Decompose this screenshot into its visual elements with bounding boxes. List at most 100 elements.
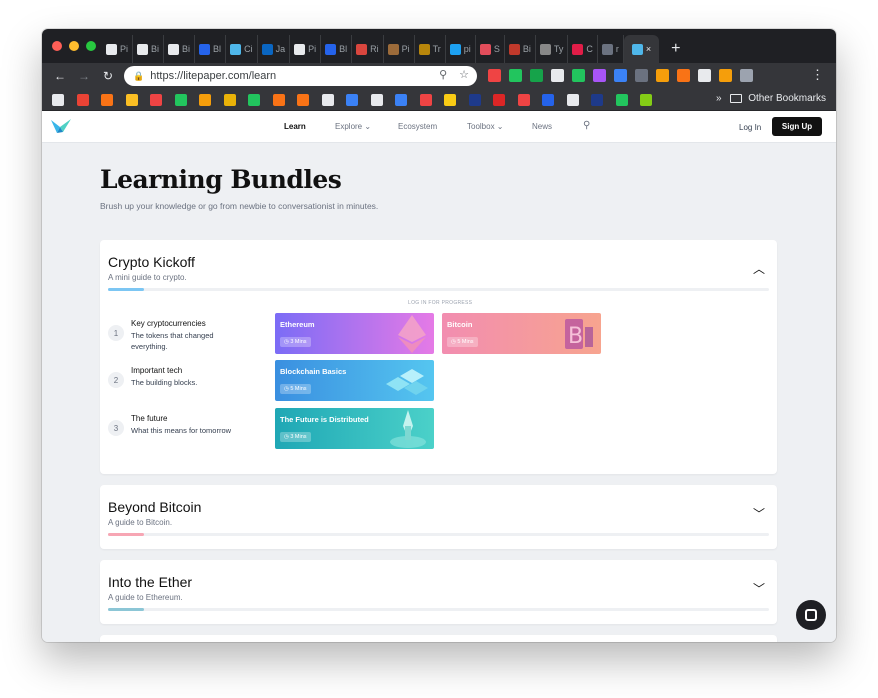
forward-icon[interactable]: → <box>72 69 96 83</box>
bookmark-favicon-icon[interactable] <box>297 94 309 106</box>
extension-icon[interactable] <box>614 69 627 82</box>
bookmark-favicon-icon[interactable] <box>395 94 407 106</box>
extension-icon[interactable] <box>635 69 648 82</box>
extension-icon[interactable] <box>698 69 711 82</box>
close-tab-icon[interactable]: × <box>646 44 651 54</box>
bookmark-favicon-icon[interactable] <box>468 94 481 106</box>
tab-label: Pi <box>401 44 410 54</box>
extension-icon[interactable] <box>509 69 522 82</box>
other-bookmarks[interactable]: Other Bookmarks <box>730 93 826 104</box>
nav-toolbox[interactable]: Toolbox ⌄ <box>467 122 504 131</box>
browser-tab[interactable]: Bi <box>505 35 536 63</box>
bookmark-favicon-icon[interactable] <box>566 94 579 106</box>
browser-menu-icon[interactable]: ⋮ <box>811 67 824 83</box>
bookmark-favicon-icon[interactable] <box>52 94 64 106</box>
browser-tab[interactable]: Ty <box>536 35 569 63</box>
signup-button[interactable]: Sign Up <box>772 117 822 136</box>
tab-label: Bi <box>182 44 191 54</box>
bookmark-star-icon[interactable]: ☆ <box>459 68 469 81</box>
extension-icon[interactable] <box>740 69 753 82</box>
browser-tab[interactable]: r <box>598 35 624 63</box>
extension-icon[interactable] <box>488 69 501 82</box>
bookmark-favicon-icon[interactable] <box>542 94 554 106</box>
bookmark-favicon-icon[interactable] <box>615 94 628 106</box>
bundle-card-into-the-ether[interactable]: Into the Ether A guide to Ethereum. ﹀ <box>100 560 777 624</box>
search-icon[interactable]: ⚲ <box>583 120 590 131</box>
reload-icon[interactable]: ↻ <box>96 69 120 83</box>
browser-tab[interactable]: Pi <box>102 35 134 63</box>
login-link[interactable]: Log In <box>739 123 761 132</box>
browser-tab[interactable]: Ja <box>258 35 291 63</box>
bookmark-favicon-icon[interactable] <box>199 94 211 106</box>
lesson-card-future-distributed[interactable]: The Future is Distributed ◷ 3 Mins <box>275 408 434 449</box>
page-subtitle: Brush up your knowledge or go from newbi… <box>100 201 379 211</box>
browser-toolbar: ← → ↻ 🔒 https://litepaper.com/learn ⚲ ☆ … <box>42 63 836 89</box>
new-tab-button[interactable]: + <box>671 35 680 63</box>
bookmark-favicon-icon[interactable] <box>223 94 236 106</box>
extension-icon[interactable] <box>656 69 669 82</box>
bookmark-favicon-icon[interactable] <box>125 94 138 106</box>
browser-tab-active[interactable]: × <box>623 35 660 63</box>
bundle-card-beyond-bitcoin[interactable]: Beyond Bitcoin A guide to Bitcoin. ﹀ <box>100 485 777 549</box>
nav-learn[interactable]: Learn <box>284 122 306 131</box>
tab-list: Pi Bi Bi Bl Ci Ja Pi Bl Ri Pi Tr pi S Bi Ty Cr × + <box>102 35 680 63</box>
extension-icon[interactable] <box>593 69 606 82</box>
chat-launcher-button[interactable] <box>796 600 826 630</box>
browser-tab[interactable]: Ri <box>352 35 384 63</box>
browser-tab[interactable]: Bi <box>164 35 196 63</box>
browser-tab[interactable]: Bl <box>321 35 353 63</box>
extension-icon[interactable] <box>719 69 732 82</box>
lesson-card-ethereum[interactable]: Ethereum ◷ 3 Mins <box>275 313 434 354</box>
lesson-card-blockchain-basics[interactable]: Blockchain Basics ◷ 5 Mins <box>275 360 434 401</box>
bundle-desc: A guide to Bitcoin. <box>108 518 173 527</box>
bookmark-favicon-icon[interactable] <box>493 94 505 106</box>
bookmark-favicon-icon[interactable] <box>444 94 456 106</box>
step-desc: What this means for tomorrow <box>131 426 232 435</box>
bookmark-favicon-icon[interactable] <box>248 94 260 106</box>
bookmark-favicon-icon[interactable] <box>272 94 285 106</box>
close-window-button[interactable] <box>52 41 62 51</box>
zoom-window-button[interactable] <box>86 41 96 51</box>
browser-tab[interactable]: S <box>476 35 505 63</box>
bookmark-favicon-icon[interactable] <box>76 94 89 106</box>
bookmark-favicon-icon[interactable] <box>370 94 383 106</box>
tab-label: Pi <box>308 44 317 54</box>
extension-icon[interactable] <box>530 69 543 82</box>
nav-ecosystem[interactable]: Ecosystem <box>398 122 437 131</box>
bookmark-favicon-icon[interactable] <box>419 94 432 106</box>
extension-icon[interactable] <box>572 69 585 82</box>
browser-tab[interactable]: Pi <box>290 35 322 63</box>
bookmarks-overflow-icon[interactable]: » <box>716 93 722 104</box>
bookmark-favicon-icon[interactable] <box>517 94 530 106</box>
bookmark-favicon-icon[interactable] <box>101 94 113 106</box>
bookmark-favicon-icon[interactable] <box>174 94 187 106</box>
browser-tab[interactable]: Bl <box>195 35 227 63</box>
bookmark-favicon-icon[interactable] <box>640 94 652 106</box>
progress-fill <box>108 288 144 291</box>
lesson-card-bitcoin[interactable]: B Bitcoin ◷ 5 Mins <box>442 313 601 354</box>
chevron-up-icon[interactable]: ︿ <box>753 260 765 277</box>
browser-tab[interactable]: Tr <box>415 35 446 63</box>
chevron-down-icon[interactable]: ﹀ <box>753 505 765 522</box>
zoom-icon[interactable]: ⚲ <box>439 68 447 81</box>
bookmark-favicon-icon[interactable] <box>150 94 162 106</box>
browser-tab[interactable]: pi <box>446 35 476 63</box>
step-number: 2 <box>108 372 124 388</box>
chevron-down-icon[interactable]: ﹀ <box>753 580 765 597</box>
browser-tab[interactable]: Ci <box>226 35 258 63</box>
browser-tab[interactable]: Bi <box>133 35 165 63</box>
bookmark-favicon-icon[interactable] <box>591 94 603 106</box>
back-icon[interactable]: ← <box>48 69 72 83</box>
nav-explore[interactable]: Explore ⌄ <box>335 122 371 131</box>
address-bar[interactable]: 🔒 https://litepaper.com/learn ⚲ ☆ <box>124 66 477 86</box>
bookmark-favicon-icon[interactable] <box>346 94 358 106</box>
browser-tab[interactable]: Pi <box>384 35 415 63</box>
step-desc: The tokens that changed everything. <box>131 331 214 351</box>
extension-icon[interactable] <box>677 69 690 82</box>
extension-icon[interactable] <box>551 69 564 82</box>
browser-tab[interactable]: C <box>568 35 598 63</box>
litepaper-logo-icon[interactable] <box>50 118 72 134</box>
bookmark-favicon-icon[interactable] <box>321 94 334 106</box>
minimize-window-button[interactable] <box>69 41 79 51</box>
nav-news[interactable]: News <box>532 122 552 131</box>
